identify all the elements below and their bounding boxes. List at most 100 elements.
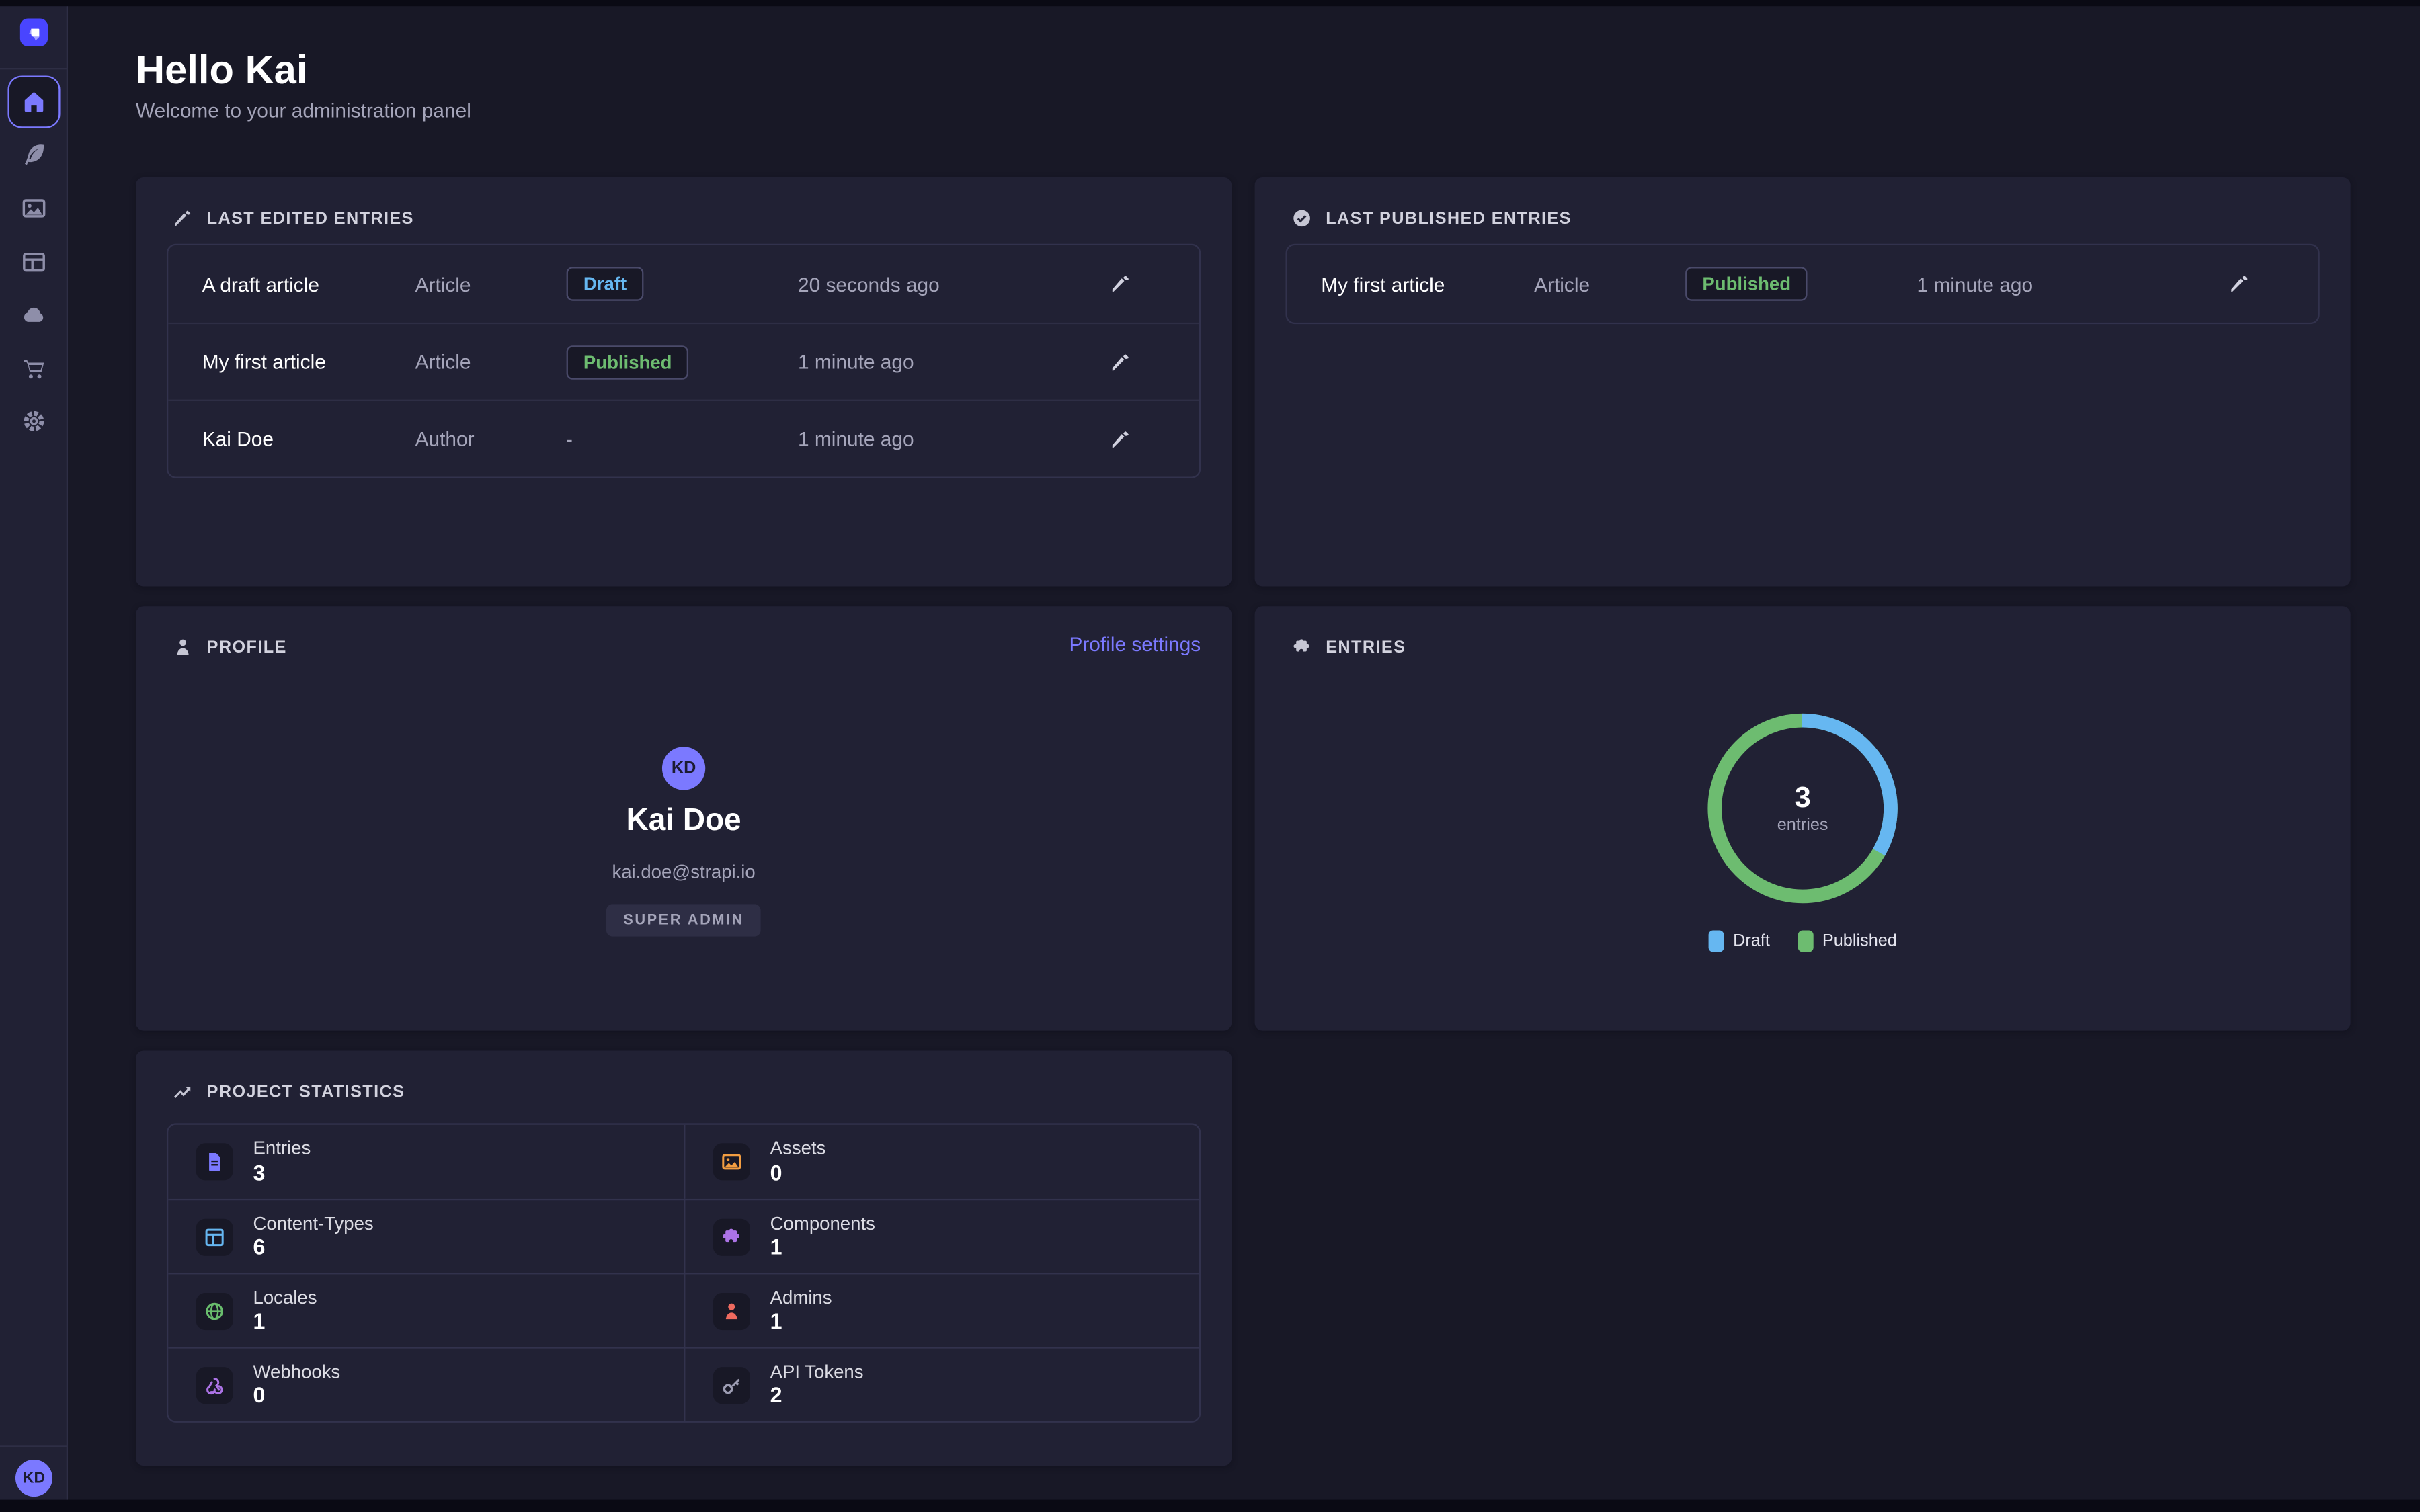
home-icon bbox=[22, 89, 46, 114]
stat-locales: Locales 1 bbox=[168, 1273, 684, 1347]
strapi-logo[interactable] bbox=[20, 19, 48, 46]
sidebar-item-home[interactable] bbox=[7, 76, 60, 128]
panel-title: ENTRIES bbox=[1326, 638, 1406, 657]
stat-label: Entries bbox=[253, 1138, 311, 1160]
sidebar: KD bbox=[0, 0, 68, 1512]
edit-entry-button[interactable] bbox=[1104, 267, 1138, 301]
panel-header: ENTRIES bbox=[1292, 637, 1406, 657]
entry-time: 1 minute ago bbox=[1917, 272, 2195, 295]
stat-value: 1 bbox=[253, 1309, 317, 1335]
stat-tile bbox=[196, 1292, 233, 1329]
pencil-icon bbox=[2228, 273, 2250, 294]
entries-table: A draft article Article Draft 20 seconds… bbox=[167, 244, 1201, 478]
edit-entry-button[interactable] bbox=[2222, 267, 2257, 301]
status-badge: Draft bbox=[567, 267, 644, 301]
panel-entries-chart: ENTRIES 3 entries Draft Published bbox=[1255, 606, 2351, 1030]
published-swatch-icon bbox=[1798, 930, 1813, 952]
entries-total: 3 bbox=[1794, 783, 1810, 812]
pencil-icon bbox=[1110, 428, 1131, 450]
page-title: Hello Kai bbox=[136, 46, 307, 94]
stat-tile bbox=[713, 1366, 750, 1403]
stat-entries: Entries 3 bbox=[168, 1125, 684, 1199]
stat-value: 1 bbox=[770, 1309, 832, 1335]
stat-webhooks: Webhooks 0 bbox=[168, 1347, 684, 1421]
entry-time: 1 minute ago bbox=[798, 350, 1076, 373]
panel-title: LAST EDITED ENTRIES bbox=[207, 209, 414, 228]
settings-gear-icon bbox=[22, 409, 46, 433]
entries-table: My first article Article Published 1 min… bbox=[1286, 244, 2320, 324]
sidebar-item-content-manager[interactable] bbox=[7, 128, 60, 181]
panel-header: LAST EDITED ENTRIES bbox=[173, 208, 414, 228]
cloud-icon bbox=[22, 302, 46, 327]
entries-donut-chart: 3 entries bbox=[1701, 707, 1904, 911]
entry-time: 20 seconds ago bbox=[798, 272, 1076, 295]
legend-item-draft: Draft bbox=[1708, 930, 1769, 952]
pencil-icon bbox=[1110, 351, 1131, 372]
stat-tile bbox=[713, 1292, 750, 1329]
table-row: A draft article Article Draft 20 seconds… bbox=[168, 245, 1199, 323]
puzzle-icon bbox=[1292, 637, 1312, 657]
stat-tile bbox=[196, 1143, 233, 1180]
user-avatar[interactable]: KD bbox=[15, 1460, 52, 1497]
stat-tile bbox=[713, 1143, 750, 1180]
panel-header: LAST PUBLISHED ENTRIES bbox=[1292, 208, 1572, 228]
stat-value: 2 bbox=[770, 1383, 864, 1409]
panel-project-statistics: PROJECT STATISTICS Entries 3 bbox=[136, 1051, 1232, 1466]
entries-unit: entries bbox=[1777, 815, 1828, 834]
donut-center-label: 3 entries bbox=[1701, 707, 1904, 911]
sidebar-item-marketplace[interactable] bbox=[7, 343, 60, 395]
draft-swatch-icon bbox=[1708, 930, 1724, 952]
sidebar-item-settings[interactable] bbox=[7, 395, 60, 448]
stat-tile bbox=[713, 1218, 750, 1255]
profile-name: Kai Doe bbox=[136, 804, 1232, 839]
stats-grid: Entries 3 Assets 0 bbox=[167, 1123, 1201, 1422]
profile-email: kai.doe@strapi.io bbox=[136, 861, 1232, 882]
panel-title: PROJECT STATISTICS bbox=[207, 1083, 405, 1101]
stat-label: Admins bbox=[770, 1287, 832, 1309]
status-badge: - bbox=[567, 428, 573, 450]
entry-time: 1 minute ago bbox=[798, 427, 1076, 450]
layout-icon bbox=[22, 250, 46, 275]
stat-admins: Admins 1 bbox=[684, 1273, 1199, 1347]
panel-profile: PROFILE Profile settings KD Kai Doe kai.… bbox=[136, 606, 1232, 1030]
table-row: My first article Article Published 1 min… bbox=[1287, 245, 2318, 323]
person-icon bbox=[173, 637, 193, 657]
stat-label: Assets bbox=[770, 1138, 826, 1160]
panel-title: PROFILE bbox=[207, 638, 287, 657]
sidebar-item-deploy[interactable] bbox=[7, 288, 60, 341]
key-icon bbox=[721, 1374, 742, 1396]
puzzle-icon bbox=[721, 1226, 742, 1247]
stat-tile bbox=[196, 1218, 233, 1255]
stat-label: Webhooks bbox=[253, 1361, 341, 1383]
edit-entry-button[interactable] bbox=[1104, 345, 1138, 379]
app-root: KD Hello Kai Welcome to your administrat… bbox=[0, 0, 2420, 1512]
entry-type: Article bbox=[1534, 272, 1685, 295]
stat-label: API Tokens bbox=[770, 1361, 864, 1383]
sidebar-item-media-library[interactable] bbox=[7, 182, 60, 235]
legend-item-published: Published bbox=[1798, 930, 1897, 952]
stat-value: 1 bbox=[770, 1234, 875, 1261]
stat-api-tokens: API Tokens 2 bbox=[684, 1347, 1199, 1421]
sidebar-item-content-type-builder[interactable] bbox=[7, 236, 60, 288]
stat-value: 6 bbox=[253, 1234, 374, 1261]
stat-assets: Assets 0 bbox=[684, 1125, 1199, 1199]
file-icon bbox=[204, 1151, 225, 1173]
pencil-icon bbox=[1110, 273, 1131, 294]
profile-settings-link[interactable]: Profile settings bbox=[1069, 632, 1201, 655]
panel-last-edited-entries: LAST EDITED ENTRIES A draft article Arti… bbox=[136, 177, 1232, 586]
panel-header: PROFILE bbox=[173, 637, 287, 657]
legend-label: Published bbox=[1822, 932, 1897, 951]
stat-value: 0 bbox=[770, 1160, 826, 1186]
stat-components: Components 1 bbox=[684, 1199, 1199, 1273]
stat-tile bbox=[196, 1366, 233, 1403]
sidebar-divider bbox=[0, 68, 68, 69]
pencil-icon bbox=[173, 208, 193, 228]
strapi-logo-icon bbox=[24, 22, 44, 42]
entry-title: My first article bbox=[1321, 272, 1534, 295]
media-library-icon bbox=[22, 196, 46, 221]
webhook-icon bbox=[204, 1374, 225, 1396]
sidebar-divider bbox=[0, 1445, 68, 1447]
edit-entry-button[interactable] bbox=[1104, 422, 1138, 456]
stat-value: 3 bbox=[253, 1160, 311, 1186]
feather-icon bbox=[22, 142, 46, 167]
